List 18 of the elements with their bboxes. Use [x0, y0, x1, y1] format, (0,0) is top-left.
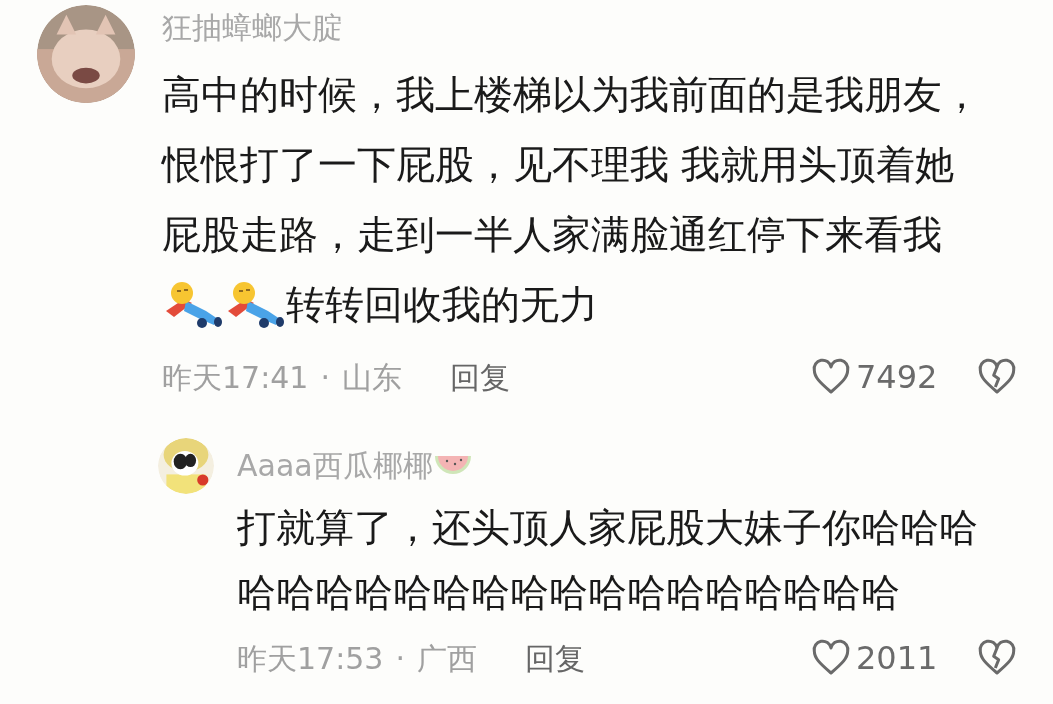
comment-time: 昨天17:53: [237, 639, 384, 678]
separator-dot: ·: [320, 358, 330, 397]
separator-dot: ·: [395, 639, 405, 678]
comment-location: 山东: [342, 358, 402, 397]
username: Aaaa西瓜椰椰: [237, 446, 433, 485]
comment-time: 昨天17:41: [162, 358, 309, 397]
reply-text: 哈哈哈哈哈哈哈哈哈哈哈哈哈哈哈哈哈: [237, 569, 901, 617]
comment-text: 高中的时候，我上楼梯以为我前面的是我朋友，: [162, 71, 982, 119]
reply-button[interactable]: 回复: [450, 354, 510, 400]
comment-location: 广西: [417, 639, 477, 678]
reply-button[interactable]: 回复: [525, 635, 585, 681]
comment-text: 转转回收我的无力: [286, 280, 598, 329]
like-count: 7492: [856, 357, 939, 398]
reply-text: 打就算了，还头顶人家屁股大妹子你哈哈哈: [237, 504, 979, 552]
username: 狂抽蟑螂大腚: [162, 9, 343, 47]
like-count: 2011: [856, 638, 939, 679]
comment-text: 屁股走路，走到一半人家满脸通红停下来看我: [162, 211, 943, 259]
comment-text: 恨恨打了一下屁股，见不理我 我就用头顶着她: [162, 141, 956, 189]
